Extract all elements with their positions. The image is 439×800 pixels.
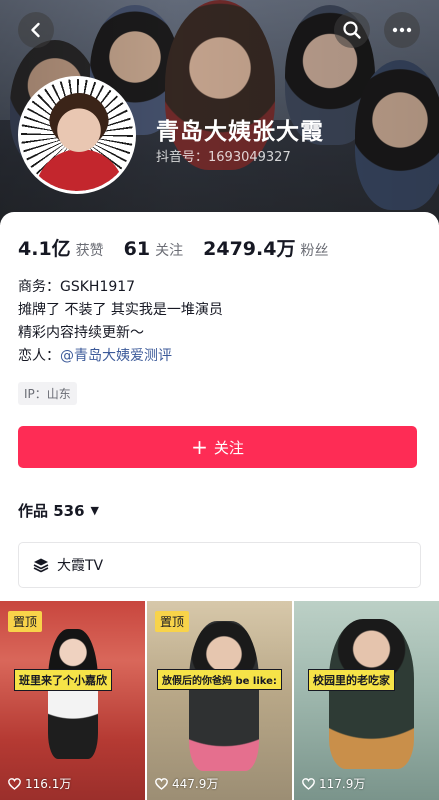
ip-location-tag: IP：山东 bbox=[18, 382, 77, 405]
video-thumbnail bbox=[48, 629, 98, 759]
partner-label: 恋人： bbox=[18, 348, 60, 364]
playlist-label: 大霞TV bbox=[57, 558, 104, 574]
bio-line: 精彩内容持续更新～ bbox=[18, 325, 144, 341]
video-tile[interactable]: 置顶 班里来了个小嘉欣 116.1万 bbox=[0, 601, 145, 800]
profile-card: 4.1亿 获赞 61 关注 2479.4万 粉丝 商务：GSKH1917 摊牌了… bbox=[0, 212, 439, 800]
pinned-badge: 置顶 bbox=[8, 611, 43, 632]
bio-line: 摊牌了 不装了 其实我是一堆演员 bbox=[18, 302, 223, 318]
works-tab[interactable]: 作品 536 ▼ bbox=[18, 500, 99, 521]
profile-stats: 4.1亿 获赞 61 关注 2479.4万 粉丝 bbox=[18, 234, 348, 261]
bio-partner: 恋人：@青岛大姨爱测评 bbox=[18, 345, 223, 368]
likes-label[interactable]: 获赞 bbox=[76, 240, 104, 260]
follow-button[interactable]: + 关注 bbox=[18, 426, 417, 468]
back-button[interactable] bbox=[18, 12, 54, 48]
video-caption: 放假后的你爸妈 be like: bbox=[157, 669, 282, 690]
chevron-left-icon bbox=[31, 22, 40, 38]
heart-outline-icon bbox=[302, 777, 315, 790]
profile-nickname: 青岛大姨张大霞 bbox=[156, 119, 324, 145]
video-likes: 116.1万 bbox=[8, 775, 71, 792]
followers-count[interactable]: 2479.4万 bbox=[203, 234, 295, 261]
works-tab-label: 作品 536 bbox=[18, 502, 85, 520]
video-caption: 班里来了个小嘉欣 bbox=[14, 669, 112, 691]
follow-button-label: 关注 bbox=[213, 438, 244, 457]
avatar-face bbox=[49, 93, 109, 155]
douyin-id[interactable]: 抖音号：1693049327 bbox=[156, 146, 291, 165]
video-tile[interactable]: 校园里的老吃家 117.9万 bbox=[294, 601, 439, 800]
partner-link[interactable]: @青岛大姨爱测评 bbox=[60, 348, 172, 364]
search-button[interactable] bbox=[334, 12, 370, 48]
likes-count-label: 116.1万 bbox=[25, 777, 72, 791]
video-thumbnail bbox=[189, 621, 259, 771]
followers-label[interactable]: 粉丝 bbox=[300, 240, 328, 260]
heart-outline-icon bbox=[155, 777, 168, 790]
pinned-badge: 置顶 bbox=[155, 611, 190, 632]
profile-banner: 青岛大姨张大霞 抖音号：1693049327 bbox=[0, 0, 439, 225]
video-likes: 447.9万 bbox=[155, 775, 218, 792]
search-icon bbox=[343, 21, 361, 39]
video-caption: 校园里的老吃家 bbox=[308, 669, 395, 691]
video-grid: 置顶 班里来了个小嘉欣 116.1万 置顶 放假后的你爸妈 be like: 4… bbox=[0, 601, 439, 800]
bio-business: 商务：GSKH1917 bbox=[18, 279, 136, 295]
playlist-item[interactable]: 大霞TV bbox=[18, 542, 421, 588]
following-label[interactable]: 关注 bbox=[155, 240, 183, 260]
profile-bio: 商务：GSKH1917 摊牌了 不装了 其实我是一堆演员 精彩内容持续更新～ 恋… bbox=[18, 276, 223, 368]
following-count[interactable]: 61 bbox=[124, 238, 150, 260]
likes-count-label: 447.9万 bbox=[172, 777, 219, 791]
likes-count[interactable]: 4.1亿 bbox=[18, 234, 71, 261]
plus-icon: + bbox=[191, 435, 208, 459]
more-dots-icon bbox=[392, 27, 412, 33]
avatar[interactable] bbox=[18, 76, 136, 194]
caret-down-icon: ▼ bbox=[90, 504, 100, 517]
video-thumbnail bbox=[329, 619, 414, 769]
video-likes: 117.9万 bbox=[302, 775, 365, 792]
layers-icon bbox=[33, 558, 49, 573]
video-tile[interactable]: 置顶 放假后的你爸妈 be like: 447.9万 bbox=[147, 601, 292, 800]
profile-page: 青岛大姨张大霞 抖音号：1693049327 4.1亿 获赞 61 关注 247… bbox=[0, 0, 439, 800]
more-button[interactable] bbox=[384, 12, 420, 48]
likes-count-label: 117.9万 bbox=[319, 777, 366, 791]
heart-outline-icon bbox=[8, 777, 21, 790]
